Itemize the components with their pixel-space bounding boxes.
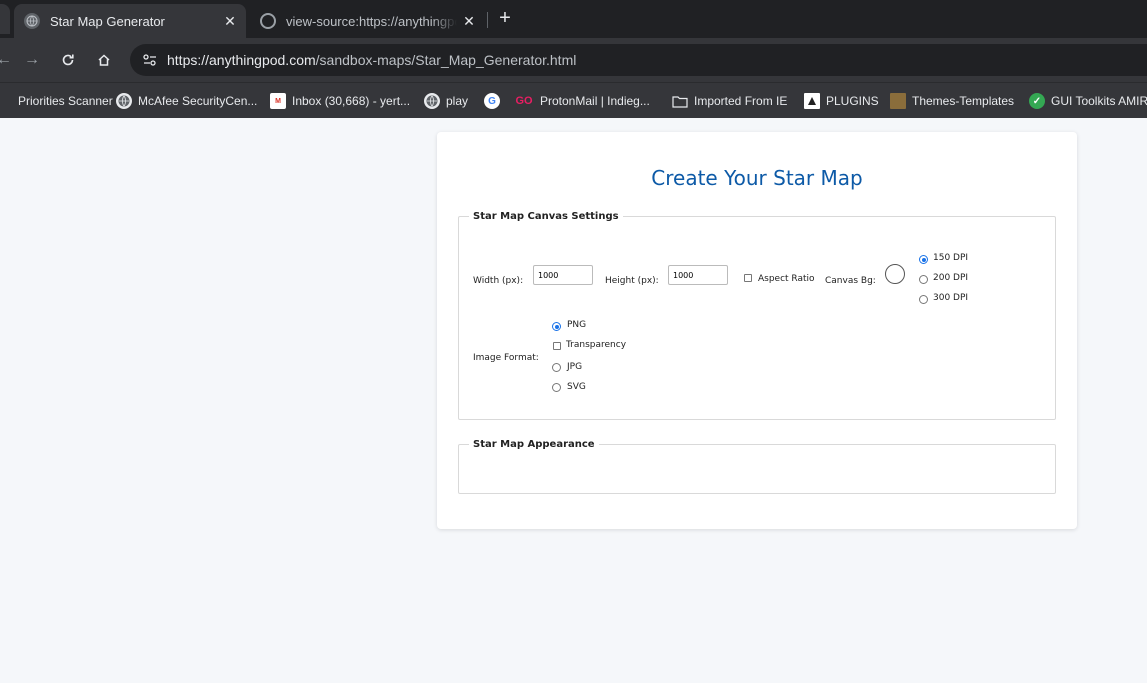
dpi-200-radio[interactable] xyxy=(919,275,928,284)
format-svg-radio[interactable] xyxy=(552,383,561,392)
bookmark-priorities-scanner[interactable]: Priorities Scanner xyxy=(0,83,113,119)
star-map-form-card: Create Your Star Map Star Map Canvas Set… xyxy=(437,132,1077,529)
canvas-bg-label: Canvas Bg: xyxy=(825,276,876,286)
dpi-200-label: 200 DPI xyxy=(933,273,969,283)
bookmark-label: Themes-Templates xyxy=(912,94,1015,108)
format-png-label: PNG xyxy=(567,320,587,330)
dpi-300-label: 300 DPI xyxy=(933,293,969,303)
globe-icon xyxy=(116,93,132,109)
bookmark-label: play xyxy=(446,94,469,108)
globe-icon xyxy=(424,93,440,109)
bookmark-label: Imported From IE xyxy=(694,94,788,108)
canvas-settings-legend: Star Map Canvas Settings xyxy=(473,211,619,222)
forward-arrow-icon[interactable]: → xyxy=(20,48,44,72)
browser-toolbar: ← → https://anythingpod.com/sandbox-maps… xyxy=(0,38,1147,82)
bookmark-protonmail[interactable]: GO ProtonMail | Indieg... xyxy=(514,83,650,119)
aspect-ratio-checkbox[interactable] xyxy=(744,274,752,282)
theme-icon xyxy=(890,93,906,109)
height-input[interactable] xyxy=(668,265,728,285)
globe-icon xyxy=(0,93,12,109)
bookmark-gui-toolkits[interactable]: ✓ GUI Toolkits AMIR xyxy=(1029,83,1147,119)
bookmark-label: Inbox (30,668) - yert... xyxy=(292,94,411,108)
dpi-300-radio[interactable] xyxy=(919,295,928,304)
image-format-label: Image Format: xyxy=(473,353,539,363)
folder-icon xyxy=(672,93,688,109)
bookmark-play[interactable]: play xyxy=(424,83,468,119)
url-text[interactable]: https://anythingpod.com/sandbox-maps/Sta… xyxy=(167,52,576,68)
bookmark-imported-from-ie[interactable]: Imported From IE xyxy=(672,83,787,119)
tab-bar: Star Map Generator ✕ view-source:https:/… xyxy=(0,0,1147,38)
height-label: Height (px): xyxy=(605,276,659,286)
format-svg-label: SVG xyxy=(567,382,586,392)
format-jpg-radio[interactable] xyxy=(552,363,561,372)
new-tab-button[interactable]: + xyxy=(494,6,516,30)
transparency-label: Transparency xyxy=(566,340,627,350)
bookmark-label: McAfee SecurityCen... xyxy=(138,94,258,108)
go-icon: GO xyxy=(515,95,533,107)
bookmark-label: ProtonMail | Indieg... xyxy=(540,94,650,108)
address-bar[interactable]: https://anythingpod.com/sandbox-maps/Sta… xyxy=(130,44,1147,76)
page-body: Create Your Star Map Star Map Canvas Set… xyxy=(0,118,1147,683)
globe-icon xyxy=(24,13,40,29)
appearance-fieldset: Star Map Appearance xyxy=(458,439,1056,494)
reload-icon[interactable] xyxy=(56,48,80,72)
bookmark-label: Priorities Scanner xyxy=(18,94,113,108)
close-tab-icon[interactable]: ✕ xyxy=(457,13,481,30)
tab-separator xyxy=(487,12,488,28)
url-path: /sandbox-maps/Star_Map_Generator.html xyxy=(315,52,577,68)
url-host: https://anythingpod.com xyxy=(167,52,316,68)
plugin-icon xyxy=(804,93,820,109)
dpi-150-label: 150 DPI xyxy=(933,253,969,263)
canvas-settings-fieldset: Star Map Canvas Settings Width (px): Hei… xyxy=(458,211,1056,420)
page-title: Create Your Star Map xyxy=(651,166,863,190)
tab-view-source[interactable]: view-source:https://anythingpod.com ✕ xyxy=(250,4,485,38)
bookmarks-bar: Priorities Scanner McAfee SecurityCen...… xyxy=(0,82,1147,118)
google-icon: G xyxy=(484,93,500,109)
bookmark-label: PLUGINS xyxy=(826,94,879,108)
transparency-checkbox[interactable] xyxy=(553,342,561,350)
width-input[interactable] xyxy=(533,265,593,285)
tab-title: view-source:https://anythingpod.com xyxy=(286,13,457,29)
appearance-legend: Star Map Appearance xyxy=(473,439,595,450)
bookmark-themes-templates[interactable]: Themes-Templates xyxy=(890,83,1014,119)
bookmark-inbox[interactable]: M Inbox (30,668) - yert... xyxy=(270,83,410,119)
loading-icon xyxy=(260,13,276,29)
bookmark-google[interactable]: G xyxy=(484,83,506,119)
bookmark-mcafee[interactable]: McAfee SecurityCen... xyxy=(116,83,257,119)
previous-tab-stub[interactable] xyxy=(0,4,10,34)
bookmark-label: GUI Toolkits AMIR xyxy=(1051,94,1147,108)
close-tab-icon[interactable]: ✕ xyxy=(218,13,242,30)
check-icon: ✓ xyxy=(1029,93,1045,109)
tab-title: Star Map Generator xyxy=(50,13,165,29)
bookmark-plugins[interactable]: PLUGINS xyxy=(804,83,879,119)
site-info-icon[interactable] xyxy=(138,48,162,72)
tab-star-map-generator[interactable]: Star Map Generator ✕ xyxy=(14,4,246,38)
format-png-radio[interactable] xyxy=(552,322,561,331)
canvas-bg-color-picker[interactable] xyxy=(885,264,905,284)
width-label: Width (px): xyxy=(473,276,524,286)
home-icon[interactable] xyxy=(92,48,116,72)
format-jpg-label: JPG xyxy=(567,362,583,372)
gmail-icon: M xyxy=(270,93,286,109)
back-arrow-icon[interactable]: ← xyxy=(0,48,16,72)
aspect-ratio-label: Aspect Ratio xyxy=(758,274,815,284)
dpi-150-radio[interactable] xyxy=(919,255,928,264)
